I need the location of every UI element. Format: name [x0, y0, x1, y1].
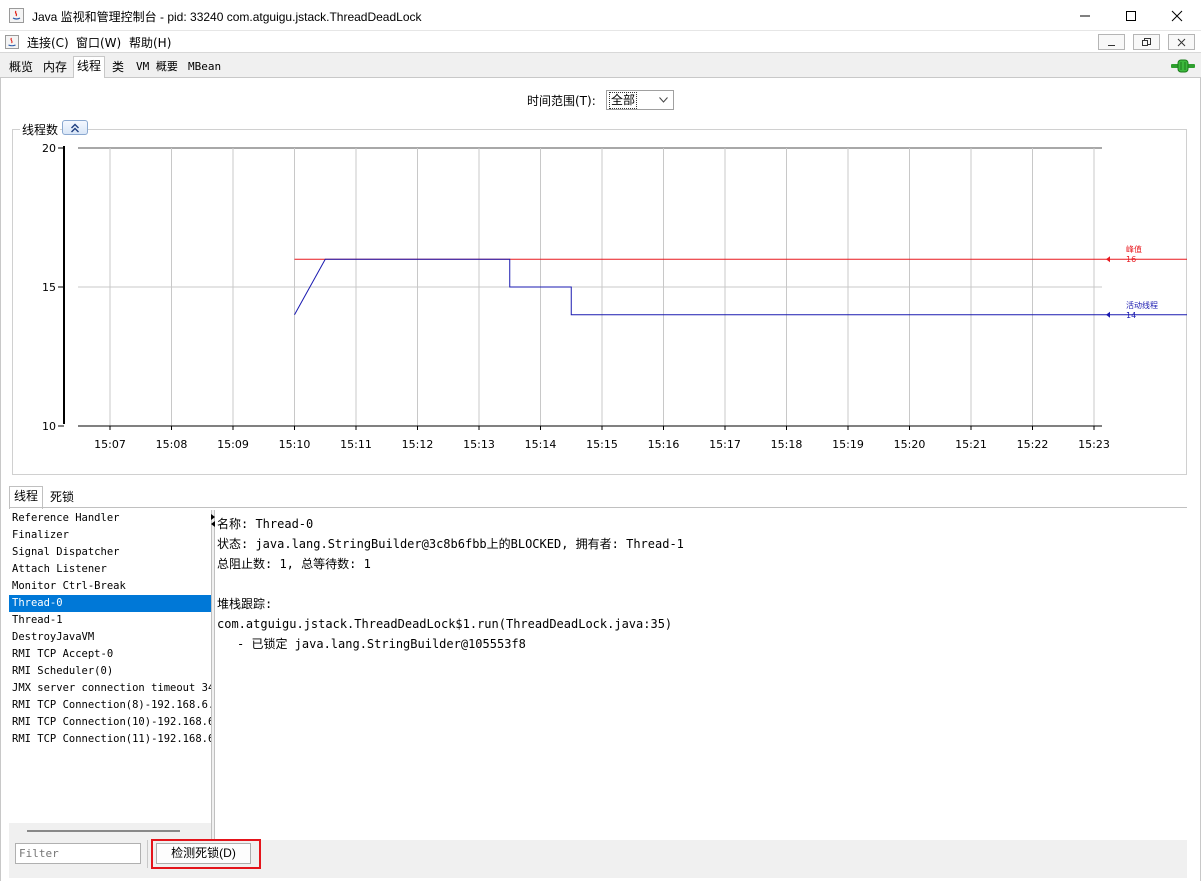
x-tick-label: 15:12	[402, 438, 434, 451]
x-tick-label: 15:13	[463, 438, 495, 451]
stack-trace-label: 堆栈跟踪:	[217, 597, 273, 611]
menu-window[interactable]: 窗口(W)	[76, 34, 121, 51]
restore-icon	[1142, 37, 1151, 46]
close-button[interactable]	[1154, 0, 1200, 31]
thread-detail-pane: 名称: Thread-0 状态: java.lang.StringBuilder…	[217, 514, 1187, 834]
x-tick-label: 15:16	[648, 438, 680, 451]
x-tick-label: 15:07	[94, 438, 126, 451]
threads-page: 时间范围(T): 全部 线程数 15:07 15:08 15:09 15:10 15:1…	[0, 78, 1201, 881]
time-range-label: 时间范围(T):	[527, 94, 596, 108]
thread-list-item[interactable]: DestroyJavaVM	[9, 629, 211, 646]
menu-connect[interactable]: 连接(C)	[27, 34, 69, 51]
minimize-icon	[1080, 15, 1090, 16]
legend-series-value: 14	[1126, 311, 1136, 320]
double-chevron-up-icon	[71, 123, 79, 132]
thread-list-item[interactable]: Thread-0	[9, 595, 211, 612]
java-icon	[9, 8, 24, 23]
window-title: Java 监视和管理控制台 - pid: 33240 com.atguigu.j…	[32, 10, 422, 24]
mdi-minimize-button[interactable]	[1098, 34, 1125, 50]
x-tick-label: 15:09	[217, 438, 249, 451]
tab-vm-summary[interactable]: VM 概要	[133, 58, 181, 78]
x-tick-label: 15:19	[832, 438, 864, 451]
menu-bar: 连接(C) 窗口(W) 帮助(H)	[0, 31, 1201, 53]
thread-list-item[interactable]: JMX server connection timeout 34	[9, 680, 211, 697]
x-tick-label: 15:15	[586, 438, 618, 451]
thread-list-item[interactable]: RMI TCP Connection(10)-192.168.6.	[9, 714, 211, 731]
mdi-restore-button[interactable]	[1133, 34, 1160, 50]
thread-list[interactable]: Reference Handler Finalizer Signal Dispatc…	[9, 510, 211, 820]
thread-state-line: 状态: java.lang.StringBuilder@3c8b6fbb上的BL…	[217, 537, 684, 551]
close-icon	[1171, 10, 1183, 21]
main-tab-bar: 概览 内存 线程 类 VM 概要 MBean	[0, 54, 1201, 79]
time-range-value: 全部	[609, 92, 638, 109]
x-tick-label: 15:11	[340, 438, 372, 451]
toolbar-separator	[147, 840, 148, 868]
thread-list-item[interactable]: Thread-1	[9, 612, 211, 629]
splitter-arrow-icon[interactable]	[210, 513, 216, 527]
thread-counts-line: 总阻止数: 1, 总等待数: 1	[217, 557, 371, 571]
thread-list-item[interactable]: Signal Dispatcher	[9, 544, 211, 561]
maximize-icon	[1126, 10, 1136, 21]
time-range-select[interactable]: 全部	[606, 90, 674, 110]
close-icon	[1177, 38, 1186, 46]
thread-list-item[interactable]: Reference Handler	[9, 510, 211, 527]
thread-list-item[interactable]: Finalizer	[9, 527, 211, 544]
thread-list-scrollbar[interactable]	[9, 823, 211, 840]
x-tick-label: 15:08	[156, 438, 188, 451]
connection-status-icon	[1171, 59, 1195, 73]
tab-deadlock[interactable]: 死锁	[46, 488, 78, 509]
java-icon[interactable]	[5, 35, 19, 49]
x-tick-label: 15:23	[1078, 438, 1110, 451]
x-tick-label: 15:22	[1017, 438, 1049, 451]
thread-list-item[interactable]: RMI TCP Connection(11)-192.168.6.	[9, 731, 211, 748]
split-pane-divider[interactable]	[211, 510, 215, 842]
minimize-button[interactable]	[1062, 0, 1108, 31]
detect-deadlock-button[interactable]: 检测死锁(D)	[156, 843, 251, 864]
menu-help[interactable]: 帮助(H)	[129, 34, 171, 51]
thread-list-item[interactable]: RMI TCP Connection(8)-192.168.6.8	[9, 697, 211, 714]
locked-monitor-line: - 已锁定 java.lang.StringBuilder@105553f8	[237, 637, 526, 651]
x-tick-label: 15:21	[955, 438, 987, 451]
collapse-chart-button[interactable]	[62, 120, 88, 135]
filter-input[interactable]	[15, 843, 141, 864]
thread-list-item[interactable]: RMI Scheduler(0)	[9, 663, 211, 680]
y-tick-label: 15	[42, 281, 56, 294]
maximize-button[interactable]	[1108, 0, 1154, 31]
tab-mbean[interactable]: MBean	[185, 58, 224, 78]
x-tick-label: 15:14	[525, 438, 557, 451]
chevron-down-icon	[659, 97, 668, 103]
thread-name-line: 名称: Thread-0	[217, 517, 314, 531]
thread-count-chart: 15:07 15:08 15:09 15:10 15:11 15:12 15:13 15:14…	[42, 142, 1187, 451]
scrollbar-thumb[interactable]	[27, 830, 180, 832]
tab-classes[interactable]: 类	[109, 58, 127, 78]
minimize-icon	[1108, 44, 1115, 46]
y-tick-label: 20	[42, 142, 56, 155]
thread-list-item[interactable]: Monitor Ctrl-Break	[9, 578, 211, 595]
y-tick-label: 10	[42, 420, 56, 433]
tab-threads[interactable]: 线程	[73, 56, 106, 79]
x-tick-label: 15:20	[894, 438, 926, 451]
legend-series-name: 峰值	[1126, 244, 1142, 254]
thread-list-item[interactable]: Attach Listener	[9, 561, 211, 578]
x-tick-label: 15:10	[279, 438, 311, 451]
series-marker	[1106, 311, 1110, 318]
legend-series-value: 16	[1126, 255, 1136, 264]
series-marker	[1106, 256, 1110, 263]
x-tick-label: 15:18	[771, 438, 803, 451]
x-tick-label: 15:17	[709, 438, 741, 451]
legend-series-name: 活动线程	[1126, 300, 1158, 310]
tab-thread-list[interactable]: 线程	[9, 486, 44, 509]
thread-list-item[interactable]: RMI TCP Accept-0	[9, 646, 211, 663]
stack-frame: com.atguigu.jstack.ThreadDeadLock$1.run(…	[217, 617, 673, 631]
tab-overview[interactable]: 概览	[6, 58, 36, 78]
tab-divider	[9, 507, 1187, 508]
mdi-close-button[interactable]	[1168, 34, 1195, 50]
title-bar: Java 监视和管理控制台 - pid: 33240 com.atguigu.j…	[0, 0, 1201, 31]
tab-memory[interactable]: 内存	[40, 58, 70, 78]
